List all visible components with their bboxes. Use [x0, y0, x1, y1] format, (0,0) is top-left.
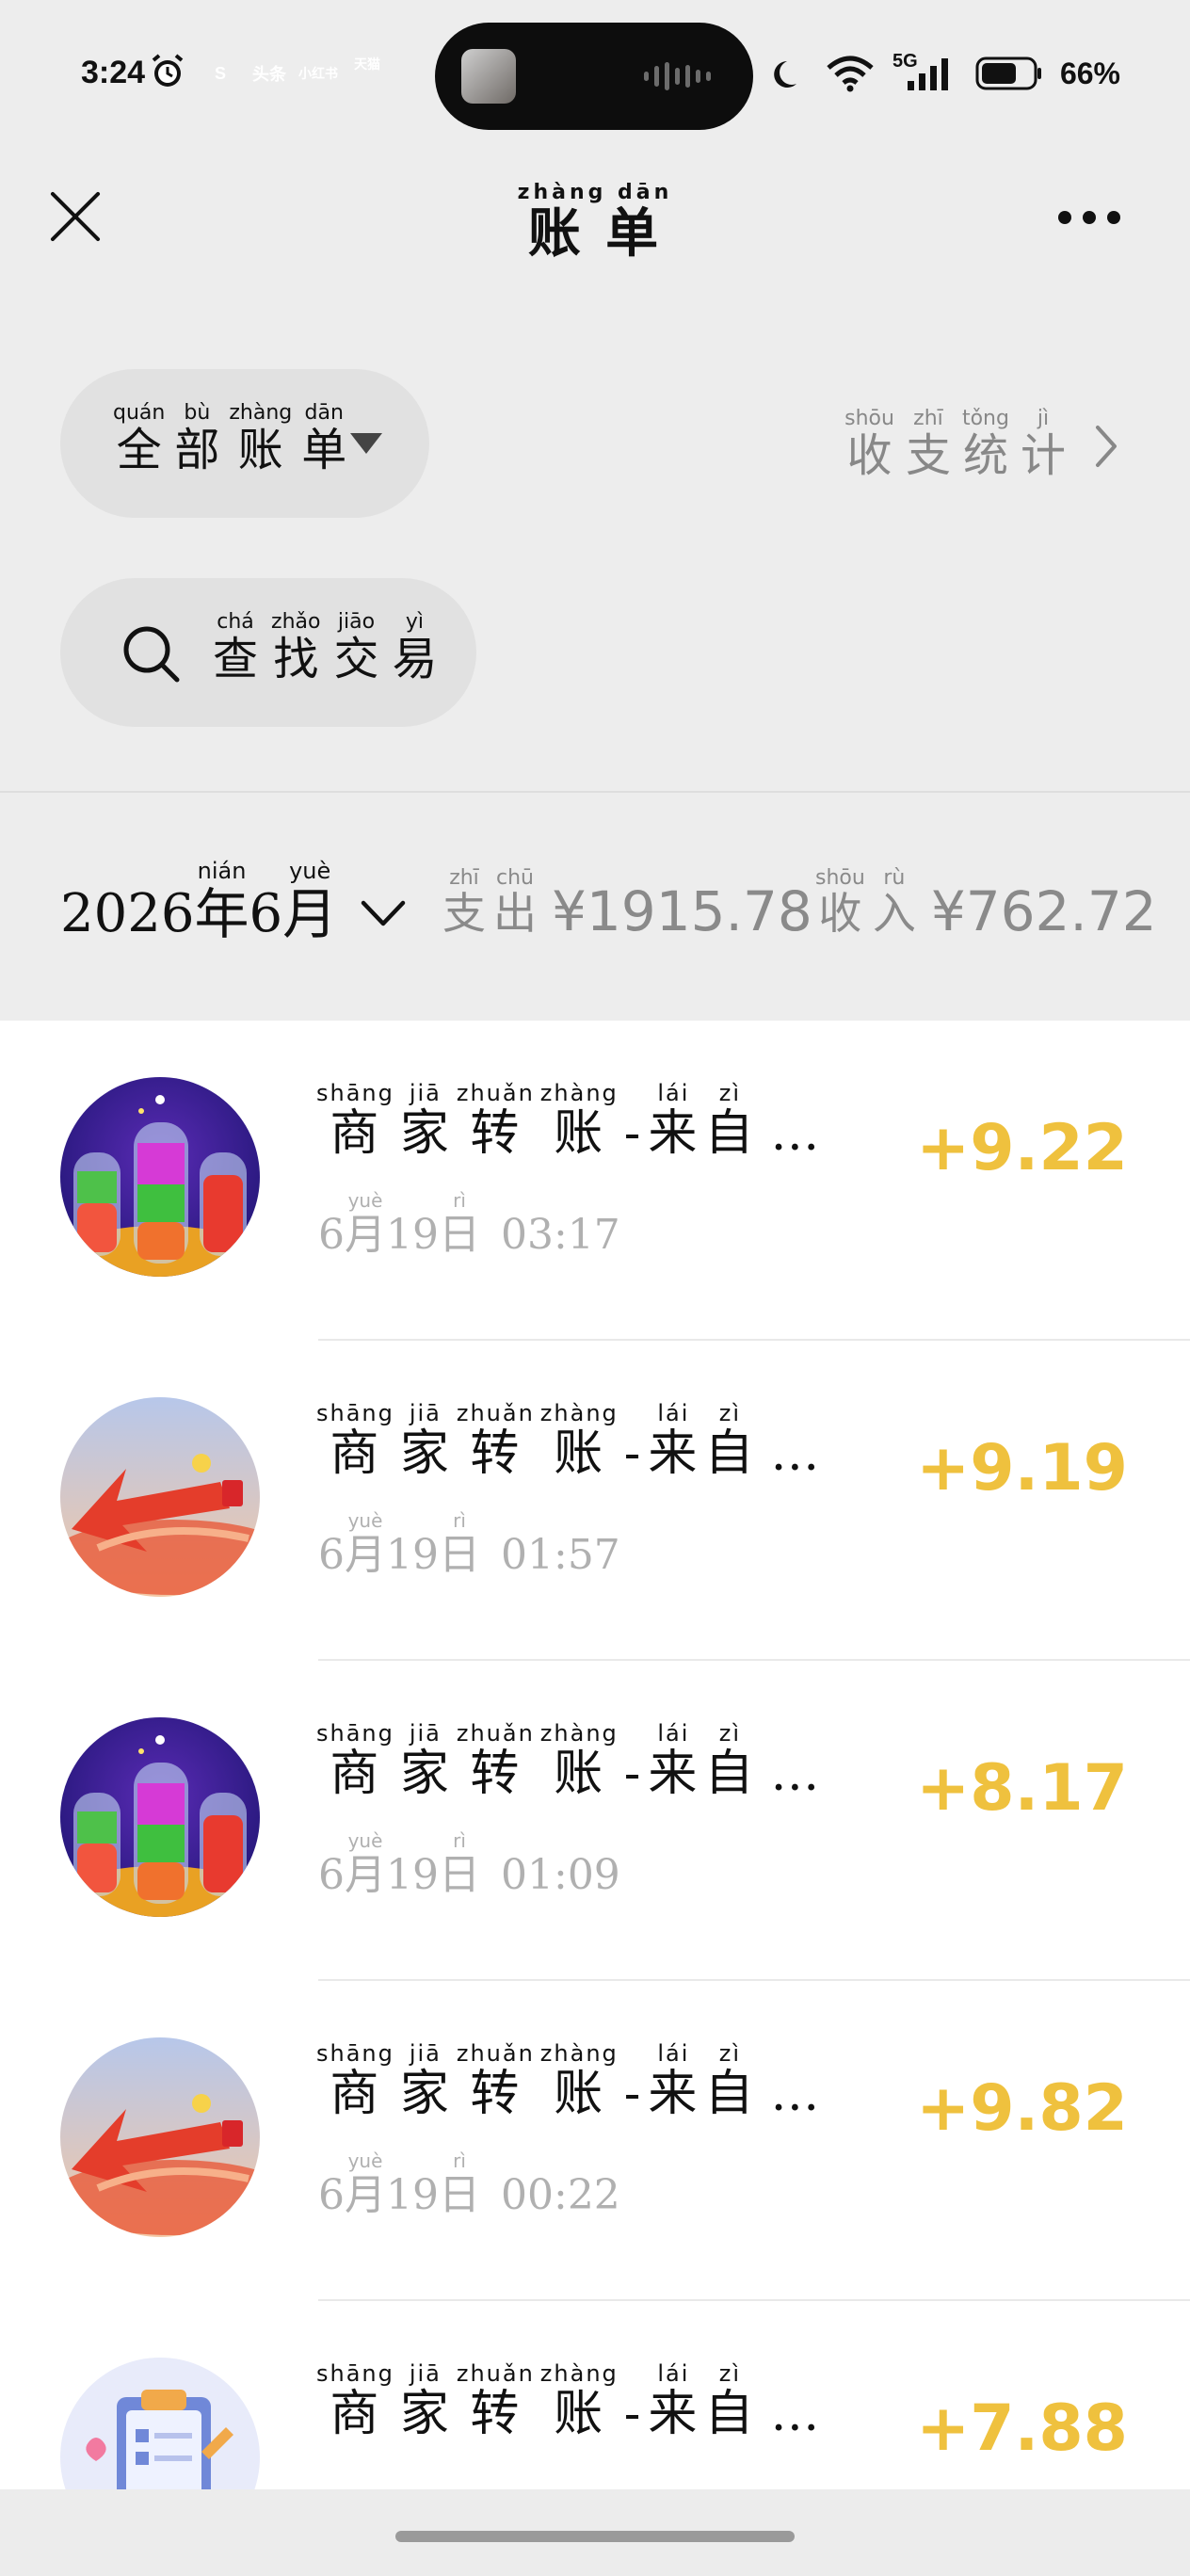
- dynamic-island[interactable]: [435, 23, 753, 130]
- transaction-row[interactable]: 商shāng家jiā转zhuǎn账zhàng- 来lái自zì… 6月yuè19日r…: [0, 1341, 1190, 1661]
- month-summary: 2026 年nián 6 月yuè 支zhī出chū ¥1915.78 收shō…: [0, 793, 1190, 1021]
- transaction-row[interactable]: 商shāng家jiā转zhuǎn账zhàng- 来lái自zì… 6月yuè19日r…: [0, 1021, 1190, 1341]
- year-value: 2026: [60, 883, 195, 944]
- status-time: 3:24: [81, 55, 146, 90]
- bill-filter-label: 全quán部bù账zhàng单dān: [113, 401, 347, 476]
- app-notification-icon-1: S: [214, 63, 226, 83]
- battery-percent: 66%: [1059, 56, 1120, 90]
- income-expense-stats-link[interactable]: 收shōu支zhī统tǒng计jì: [844, 407, 1120, 484]
- home-indicator-area: [0, 2489, 1190, 2576]
- transaction-amount: +9.22: [916, 1111, 1128, 1185]
- alarm-icon: [152, 54, 184, 87]
- transaction-row[interactable]: 商shāng家jiā转zhuǎn账zhàng- 来lái自zì… 6月yuè19日r…: [0, 1981, 1190, 2301]
- arrow-icon: [60, 1397, 260, 1597]
- transaction-date: 6月yuè19日rì01:57: [318, 1509, 620, 1579]
- status-right-group: 5G 66%: [772, 51, 1120, 92]
- month-selector[interactable]: 2026 年nián 6 月yuè: [60, 858, 407, 952]
- transaction-amount: +9.82: [916, 2071, 1128, 2146]
- transaction-title: 商shāng家jiā转zhuǎn账zhàng- 来lái自zì…: [316, 1720, 822, 1802]
- clipboard-icon: [60, 2358, 260, 2489]
- transaction-amount: +8.17: [916, 1751, 1128, 1826]
- chevron-down-icon: [361, 900, 406, 926]
- transaction-list: 商shāng家jiā转zhuǎn账zhàng- 来lái自zì… 6月yuè19日r…: [0, 1021, 1190, 2489]
- transaction-amount: +7.88: [916, 2391, 1128, 2466]
- arrow-icon: [60, 2037, 260, 2237]
- app-notification-icon-2: 头条: [252, 65, 286, 84]
- transaction-date: 6月yuè19日rì01:09: [318, 1829, 620, 1899]
- income-amount: ¥762.72: [930, 879, 1157, 943]
- transaction-row[interactable]: 商shāng家jiā转zhuǎn账zhàng- 来lái自zì… 6月yuè19日r…: [0, 1661, 1190, 1981]
- home-indicator[interactable]: [395, 2531, 795, 2542]
- transaction-title: 商shāng家jiā转zhuǎn账zhàng- 来lái自zì…: [316, 2040, 822, 2122]
- media-thumbnail: [461, 49, 516, 104]
- more-options-icon[interactable]: [1058, 211, 1120, 224]
- status-bar: 3:24 S 头条 小红书 天猫 5G 66%: [0, 0, 1190, 151]
- battery-icon: [975, 56, 1041, 90]
- transaction-row[interactable]: 商shāng家jiā转zhuǎn账zhàng- 来lái自zì… +7.88: [0, 2301, 1190, 2489]
- dropdown-triangle-icon: [350, 433, 382, 454]
- search-icon: [123, 626, 180, 683]
- transaction-title: 商shāng家jiā转zhuǎn账zhàng- 来lái自zì…: [316, 1080, 822, 1162]
- app-notification-icon-4: 天猫: [354, 56, 380, 72]
- transaction-title: 商shāng家jiā转zhuǎn账zhàng- 来lái自zì…: [316, 2360, 822, 2442]
- bill-filter-dropdown[interactable]: 全quán部bù账zhàng单dān: [60, 369, 429, 518]
- chevron-right-icon: [1096, 426, 1117, 467]
- bottles-icon: [60, 1717, 260, 1917]
- income-summary: 收shōu入rù ¥762.72: [815, 866, 1157, 946]
- transaction-title: 商shāng家jiā转zhuǎn账zhàng- 来lái自zì…: [316, 1400, 822, 1482]
- transaction-date: 6月yuè19日rì00:22: [318, 2149, 620, 2219]
- audio-wave-icon: [644, 62, 711, 90]
- page-title: 账单zhàng dān: [517, 181, 673, 265]
- transaction-date: 6月yuè19日rì03:17: [318, 1189, 620, 1259]
- month-value: 6: [249, 883, 283, 944]
- signal-icon: 5G: [892, 51, 958, 92]
- search-label: 查chá找zhǎo交jiāo易yì: [213, 610, 438, 685]
- transaction-amount: +9.19: [916, 1431, 1128, 1505]
- stats-link-label: 收shōu支zhī统tǒng计jì: [844, 407, 1066, 482]
- expense-summary: 支zhī出chū ¥1915.78: [442, 866, 812, 946]
- search-transactions-button[interactable]: 查chá找zhǎo交jiāo易yì: [60, 578, 476, 727]
- wifi-icon: [827, 56, 874, 92]
- moon-icon: [774, 61, 796, 88]
- app-notification-icon-3: 小红书: [298, 66, 338, 81]
- bottles-icon: [60, 1077, 260, 1277]
- expense-amount: ¥1915.78: [552, 879, 812, 943]
